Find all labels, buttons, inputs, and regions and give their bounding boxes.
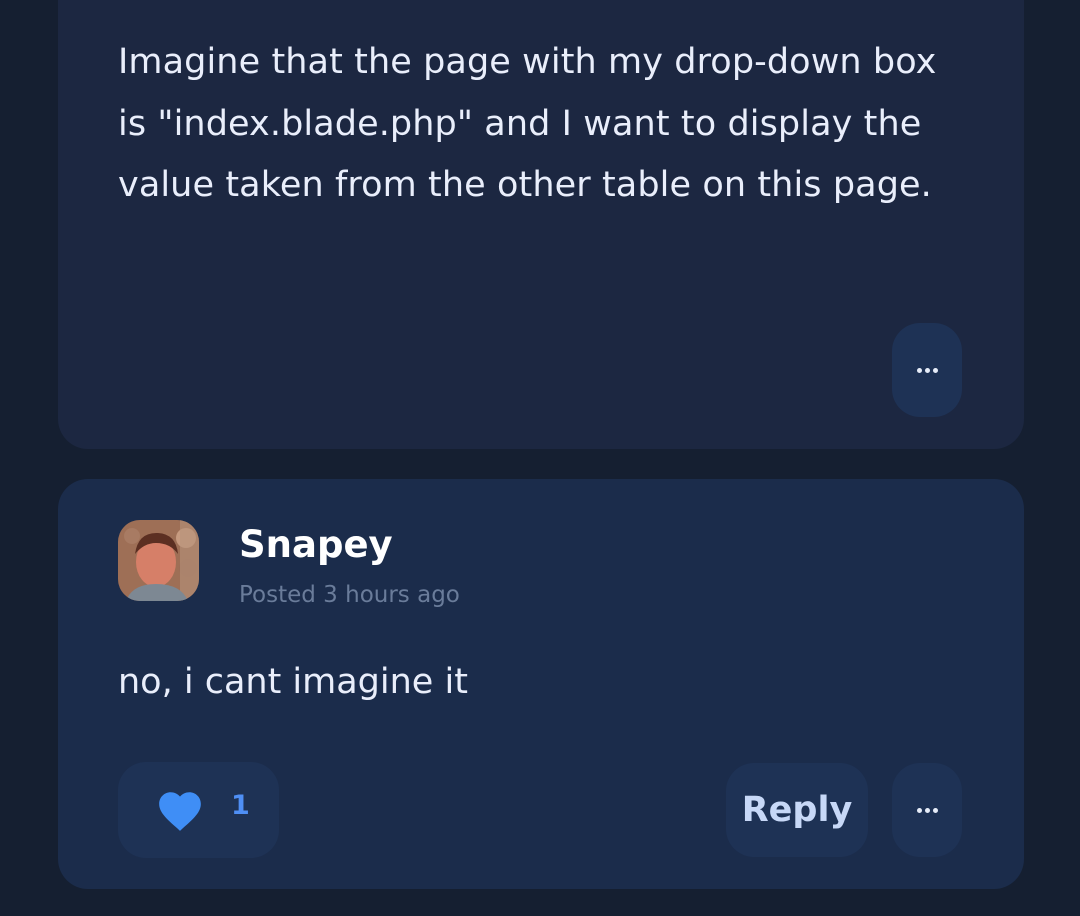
avatar-image (118, 520, 199, 601)
reply-card: Snapey Posted 3 hours ago no, i cant ima… (58, 479, 1024, 889)
reply-body: no, i cant imagine it (118, 662, 468, 702)
heart-icon (159, 792, 201, 831)
question-body: Imagine that the page with my drop-down … (118, 42, 937, 205)
more-horizontal-icon (916, 367, 938, 373)
more-horizontal-icon (916, 807, 938, 813)
reply-button[interactable]: Reply (726, 763, 868, 857)
author-name[interactable]: Snapey (239, 523, 393, 566)
posted-timestamp: Posted 3 hours ago (239, 582, 460, 608)
avatar[interactable] (118, 520, 199, 601)
question-more-button[interactable] (892, 323, 962, 417)
question-card: Imagine that the page with my drop-down … (58, 0, 1024, 449)
reply-more-button[interactable] (892, 763, 962, 857)
like-count: 1 (231, 790, 250, 821)
like-button[interactable]: 1 (118, 762, 279, 858)
